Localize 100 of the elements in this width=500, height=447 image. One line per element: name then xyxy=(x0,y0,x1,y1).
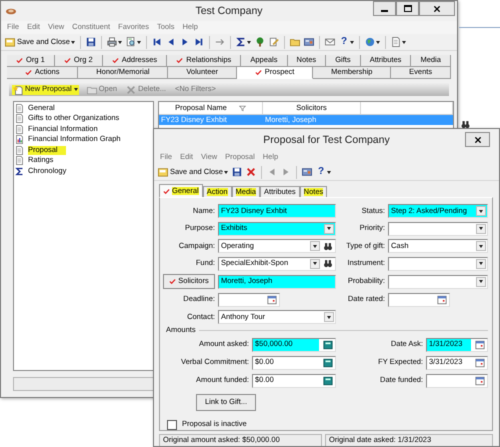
summary-button[interactable] xyxy=(234,36,252,48)
caret-icon xyxy=(327,316,331,318)
caret-icon xyxy=(70,40,75,44)
card-button[interactable] xyxy=(302,36,315,48)
envelope-icon xyxy=(324,37,335,47)
minimize-button[interactable] xyxy=(373,1,396,16)
nextg-icon xyxy=(280,167,291,177)
input-field[interactable] xyxy=(218,292,280,306)
floppy-icon xyxy=(86,37,96,47)
caret-icon xyxy=(136,40,141,44)
mail-button[interactable] xyxy=(324,36,336,48)
calendar-icon xyxy=(475,358,485,368)
floppy-icon xyxy=(232,167,242,177)
close-button[interactable] xyxy=(465,132,490,147)
caret-icon xyxy=(74,88,78,91)
caret-icon xyxy=(118,40,122,44)
binoculars-icon xyxy=(460,120,471,129)
caret-icon xyxy=(479,210,483,212)
caret-icon xyxy=(327,170,332,174)
first-record-button[interactable] xyxy=(150,36,163,48)
dropdown-button[interactable] xyxy=(476,276,486,286)
arrow-icon xyxy=(214,37,225,47)
next-icon xyxy=(180,37,190,47)
input-field[interactable] xyxy=(388,256,488,270)
preview-button[interactable] xyxy=(124,36,142,48)
calculator-icon xyxy=(323,340,333,350)
folder-icon xyxy=(5,37,15,47)
delete-icon xyxy=(126,84,136,94)
folder-button[interactable] xyxy=(288,36,301,48)
dropdown-button[interactable] xyxy=(476,206,486,216)
caret-icon xyxy=(246,40,251,44)
filter-icon xyxy=(238,104,246,112)
caret-icon xyxy=(327,227,331,230)
binoculars-icon xyxy=(323,259,333,268)
print-button[interactable] xyxy=(106,36,123,48)
app-icon xyxy=(5,6,17,17)
go-to-button[interactable] xyxy=(214,36,226,48)
input-field[interactable] xyxy=(426,374,488,388)
caret-icon xyxy=(350,40,354,44)
caret-icon xyxy=(313,262,317,265)
help-button[interactable]: ? xyxy=(338,35,356,49)
dropdown-button[interactable] xyxy=(324,224,334,234)
caret-icon xyxy=(479,280,483,283)
caret-icon xyxy=(313,244,317,248)
redx-icon xyxy=(246,167,256,177)
globe-icon xyxy=(365,37,376,47)
tree-icon xyxy=(254,37,265,47)
printer-icon xyxy=(106,37,117,47)
dialog-title: Proposal for Test Company xyxy=(263,134,390,146)
first-icon xyxy=(152,37,162,47)
close-icon xyxy=(474,136,482,144)
calculator-icon xyxy=(323,358,333,368)
dropdown-button[interactable] xyxy=(310,258,320,268)
input-field[interactable] xyxy=(388,222,488,236)
caret-icon xyxy=(479,262,483,265)
dropdown-button[interactable] xyxy=(476,258,486,268)
caret-icon xyxy=(479,227,483,230)
help-button[interactable]: ? xyxy=(314,165,332,179)
input-field[interactable] xyxy=(388,292,450,306)
caret-icon xyxy=(402,40,406,44)
window-title: Test Company xyxy=(195,4,263,18)
web-button[interactable] xyxy=(364,36,382,48)
calculator-icon xyxy=(323,376,333,386)
preview-icon xyxy=(126,37,136,47)
delete-button[interactable] xyxy=(244,166,257,178)
caret-icon xyxy=(224,170,228,174)
folder-icon xyxy=(290,37,300,47)
page-icon xyxy=(391,37,402,47)
maximize-button[interactable] xyxy=(396,1,419,16)
save-button[interactable] xyxy=(230,166,243,178)
document-button[interactable] xyxy=(390,36,408,48)
binoculars-icon xyxy=(323,242,333,250)
card-button[interactable] xyxy=(300,166,313,178)
calendar-icon xyxy=(437,294,447,304)
checkbox[interactable] xyxy=(167,420,177,430)
sigma-icon xyxy=(15,166,24,176)
close-icon xyxy=(433,4,441,12)
dropdown-button[interactable] xyxy=(324,312,334,322)
calendar-icon xyxy=(475,376,485,386)
folder-icon xyxy=(86,84,97,94)
folder-icon xyxy=(158,167,168,177)
card-icon xyxy=(304,37,314,47)
close-button[interactable] xyxy=(419,1,455,16)
last-record-button[interactable] xyxy=(192,36,205,48)
dropdown-button[interactable] xyxy=(476,224,486,234)
docpen-icon xyxy=(268,37,279,47)
dropdown-button[interactable] xyxy=(476,241,486,251)
new-document-icon xyxy=(13,84,23,94)
edit-document-button[interactable] xyxy=(268,36,280,48)
calendar-icon xyxy=(475,340,485,350)
caret-icon xyxy=(479,244,483,248)
last-icon xyxy=(194,37,204,47)
input-field[interactable] xyxy=(388,274,488,288)
sigma-icon xyxy=(236,37,246,47)
calendar-icon xyxy=(267,294,277,304)
caret-icon xyxy=(376,40,380,44)
tree-button[interactable] xyxy=(254,36,266,48)
save-button[interactable] xyxy=(84,36,97,48)
dropdown-button[interactable] xyxy=(310,241,320,251)
card-icon xyxy=(302,167,312,177)
